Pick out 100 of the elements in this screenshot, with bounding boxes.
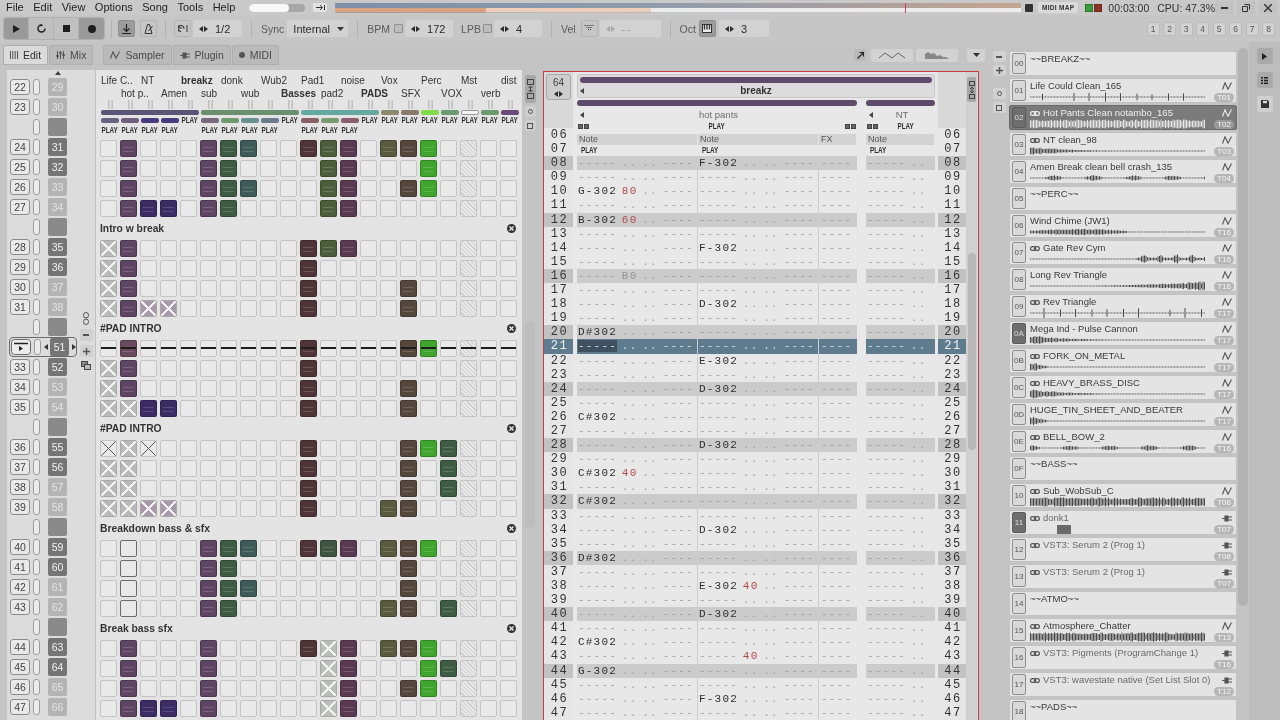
pattern-number[interactable]: 59 xyxy=(48,538,67,556)
close-icon[interactable] xyxy=(507,623,516,633)
pattern-number[interactable]: 51 xyxy=(50,338,69,356)
scrollbar[interactable] xyxy=(1238,48,1248,606)
velocity-button[interactable] xyxy=(580,20,598,37)
pattern-length-field[interactable]: 64 xyxy=(546,74,571,100)
slot-toggle-icon[interactable] xyxy=(33,319,40,335)
slot-toggle-icon[interactable] xyxy=(33,659,40,675)
slot-toggle-icon[interactable] xyxy=(33,199,40,215)
track-state[interactable]: PLAY xyxy=(501,115,519,125)
menu-item[interactable]: File xyxy=(6,1,24,14)
slot-toggle-icon[interactable] xyxy=(33,219,40,235)
instrument-item[interactable]: 05 ~~PERC~~ xyxy=(1009,186,1237,211)
circle-button[interactable] xyxy=(524,106,536,117)
stepper-arrows-icon[interactable] xyxy=(499,25,509,32)
track-state[interactable]: PLAY xyxy=(301,125,319,135)
expand-button[interactable] xyxy=(1256,48,1273,64)
instrument-item[interactable]: 16 VST3: Pigments (ProgramChange 1) T16 xyxy=(1009,645,1237,670)
track-state[interactable]: PLAY xyxy=(381,115,399,125)
instrument-item[interactable]: 00 ~~BREAKZ~~ xyxy=(1009,51,1237,76)
slot-toggle-icon[interactable] xyxy=(33,539,40,555)
close-icon[interactable] xyxy=(507,223,516,233)
loop-button[interactable] xyxy=(29,18,54,39)
instrument-item[interactable]: 15 Atmosphere_Chatter T13 xyxy=(1009,618,1237,643)
slot-toggle-icon[interactable] xyxy=(33,399,40,415)
sequence-position[interactable]: 29 xyxy=(10,259,30,275)
menu-item[interactable]: Song xyxy=(142,1,168,14)
slot-toggle-icon[interactable] xyxy=(33,299,40,315)
track-state[interactable]: PLAY xyxy=(341,125,359,135)
bpm-field[interactable]: 172 xyxy=(405,20,454,37)
square-icon[interactable] xyxy=(1024,3,1033,12)
track-state[interactable]: PLAY xyxy=(361,115,379,125)
metronome-button[interactable] xyxy=(140,20,157,37)
slot-toggle-icon[interactable] xyxy=(33,519,40,535)
section-block-icon[interactable] xyxy=(48,618,67,636)
track-state[interactable]: PLAY xyxy=(401,115,419,125)
sequence-position[interactable]: 22 xyxy=(10,79,30,95)
save-button[interactable] xyxy=(1256,96,1273,112)
follow-button[interactable] xyxy=(118,20,135,37)
menu-item[interactable]: View xyxy=(61,1,86,14)
pattern-number[interactable]: 63 xyxy=(48,638,67,656)
sync-dropdown[interactable]: Internal xyxy=(287,20,349,37)
track-button[interactable]: 4 xyxy=(1196,21,1209,36)
stepper-arrows-icon[interactable] xyxy=(411,25,421,32)
popout-button[interactable] xyxy=(854,49,866,61)
remove-button[interactable] xyxy=(79,329,93,341)
track-button[interactable]: 1 xyxy=(1146,21,1160,36)
scope-view-button[interactable] xyxy=(871,48,913,62)
sequence-position[interactable]: 25 xyxy=(10,159,30,175)
track-button[interactable]: 8 xyxy=(1262,21,1275,36)
sequence-position[interactable]: 28 xyxy=(10,239,30,255)
lpb-field[interactable]: 4 xyxy=(493,20,542,37)
sequence-position[interactable]: 38 xyxy=(10,479,30,495)
slot-toggle-icon[interactable] xyxy=(33,619,40,635)
pattern-number[interactable]: 55 xyxy=(48,438,67,456)
section-block-icon[interactable] xyxy=(48,218,67,236)
slot-toggle-icon[interactable] xyxy=(33,459,40,475)
slot-toggle-icon[interactable] xyxy=(33,479,40,495)
sequence-position[interactable]: 34 xyxy=(10,379,30,395)
playhead-marker-icon[interactable] xyxy=(11,339,31,355)
slot-toggle-icon[interactable] xyxy=(34,339,41,355)
track-button[interactable]: 7 xyxy=(1245,21,1259,36)
track-state[interactable]: PLAY xyxy=(281,115,299,125)
lpb-checkbox[interactable] xyxy=(482,24,492,33)
two-squares-icon[interactable] xyxy=(867,123,878,129)
sequence-position[interactable]: 42 xyxy=(10,579,30,595)
track-button[interactable]: 3 xyxy=(1179,21,1193,36)
sequence-position[interactable]: 27 xyxy=(10,199,30,215)
scroll-up-icon[interactable] xyxy=(54,71,61,75)
column-state[interactable]: PLAY xyxy=(702,145,719,155)
sequence-position[interactable]: 45 xyxy=(10,659,30,675)
scope-toggle-button[interactable] xyxy=(313,3,328,12)
current-sequence-slot[interactable]: 51 xyxy=(9,337,77,357)
arrow-left-icon[interactable] xyxy=(44,344,48,350)
track-state[interactable]: PLAY xyxy=(897,121,915,131)
sequence-position[interactable]: 26 xyxy=(10,179,30,195)
section-block-icon[interactable] xyxy=(48,518,67,536)
slot-toggle-icon[interactable] xyxy=(33,599,40,615)
menu-item[interactable]: Help xyxy=(212,1,236,14)
instrument-item[interactable]: 17 VST3: wavestate native (Set List Slot 0) T12 xyxy=(1009,672,1237,697)
slot-toggle-icon[interactable] xyxy=(33,359,40,375)
sequence-position[interactable]: 37 xyxy=(10,459,30,475)
bpm-checkbox[interactable] xyxy=(394,24,404,33)
pattern-number[interactable]: 31 xyxy=(48,138,67,156)
track-state[interactable]: PLAY xyxy=(321,125,339,135)
track-state[interactable]: PLAY xyxy=(421,115,439,125)
section-block-icon[interactable] xyxy=(48,418,67,436)
sequence-position[interactable]: 31 xyxy=(10,299,30,315)
close-icon[interactable] xyxy=(507,423,516,433)
instrument-item[interactable]: 0E BELL_BOW_2 T16 xyxy=(1009,429,1237,454)
instrument-item[interactable]: 04 Amen Break clean bell crash_135 T04 xyxy=(1009,159,1237,184)
slot-toggle-icon[interactable] xyxy=(33,419,40,435)
pattern-number[interactable]: 35 xyxy=(48,238,67,256)
menu-item[interactable]: Tools xyxy=(177,1,204,14)
sequence-position[interactable]: 23 xyxy=(10,99,30,115)
track-state[interactable]: PLAY xyxy=(161,125,179,135)
instrument-item[interactable]: 18 ~~PADS~~ xyxy=(1009,699,1237,720)
sequence-position[interactable]: 41 xyxy=(10,559,30,575)
track-state[interactable]: PLAY xyxy=(221,125,239,135)
instrument-item[interactable]: 0F ~~BASS~~ xyxy=(1009,456,1237,481)
